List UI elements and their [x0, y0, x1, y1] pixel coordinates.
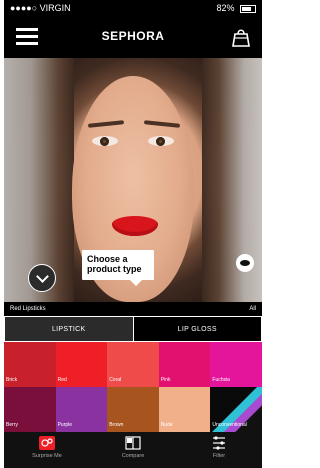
- surprise-me-button[interactable]: Surprise Me: [4, 432, 90, 468]
- selection-row: Red Lipsticks All: [4, 302, 262, 316]
- battery-icon: [240, 4, 256, 13]
- compare-label: Compare: [121, 453, 145, 459]
- swatch-pink[interactable]: Pink: [158, 342, 211, 387]
- swatch-label: Red: [57, 377, 67, 383]
- app-screen: ●●●●○ VIRGIN 82% SEPHORA Choose a produc…: [4, 0, 262, 468]
- lip-icon[interactable]: [236, 254, 254, 272]
- swatch-label: Berry: [6, 422, 18, 428]
- swatch-brown[interactable]: Brown: [107, 387, 159, 432]
- swatch-label: Brown: [109, 422, 124, 428]
- selection-label: Red Lipsticks: [10, 306, 46, 312]
- swatch-purple[interactable]: Purple: [55, 387, 108, 432]
- chevron-down-icon: [36, 270, 49, 283]
- eye-left: [92, 136, 118, 146]
- swatch-fuchsia[interactable]: Fuchsia: [210, 342, 262, 387]
- swatch-coral[interactable]: Coral: [107, 342, 159, 387]
- tooltip-line-1: Choose a: [87, 254, 128, 264]
- selection-all-link[interactable]: All: [249, 306, 256, 312]
- swatch-label: Unconventional: [212, 422, 247, 428]
- filter-button[interactable]: Filter: [176, 432, 262, 468]
- swatch-berry[interactable]: Berry: [4, 387, 56, 432]
- swatch-label: Purple: [57, 422, 73, 428]
- tab-lip-gloss[interactable]: LIP GLOSS: [133, 316, 262, 342]
- compare-button[interactable]: Compare: [90, 432, 176, 468]
- swatch-label: Fuchsia: [212, 377, 230, 383]
- surprise-label: Surprise Me: [32, 453, 62, 459]
- swatch-unconventional[interactable]: Unconventional: [210, 387, 262, 432]
- tooltip-line-2: product type: [87, 264, 142, 274]
- swatch-brick[interactable]: Brick: [4, 342, 56, 387]
- filter-icon: [213, 436, 225, 450]
- status-bar: ●●●●○ VIRGIN 82%: [4, 0, 262, 16]
- compare-icon: [125, 436, 141, 450]
- tab-lipstick[interactable]: LIPSTICK: [4, 316, 134, 342]
- swatch-label: Brick: [6, 377, 18, 383]
- page-title: SEPHORA: [101, 29, 165, 43]
- choose-product-tooltip: Choose a product type: [82, 250, 154, 286]
- battery-label: 82%: [216, 3, 235, 13]
- surprise-icon: [39, 436, 55, 450]
- battery-indicator: 82%: [216, 3, 256, 13]
- swatch-red[interactable]: Red: [55, 342, 108, 387]
- color-palette: Brick Red Coral Pink Fuchsia Berry Purpl…: [4, 342, 262, 432]
- product-type-tabs: LIPSTICK LIP GLOSS: [4, 316, 262, 342]
- swatch-nude[interactable]: Nude: [158, 387, 211, 432]
- shopping-bag-icon[interactable]: [232, 27, 250, 47]
- carrier-label: ●●●●○ VIRGIN: [10, 3, 71, 13]
- collapse-button[interactable]: [28, 264, 56, 292]
- swatch-label: Nude: [160, 422, 173, 428]
- swatch-label: Coral: [109, 377, 122, 383]
- filter-label: Filter: [212, 453, 226, 459]
- bottom-toolbar: Surprise Me Compare Filter: [4, 432, 262, 468]
- nav-bar: SEPHORA: [4, 16, 262, 58]
- swatch-label: Pink: [160, 377, 171, 383]
- eye-right: [148, 136, 174, 146]
